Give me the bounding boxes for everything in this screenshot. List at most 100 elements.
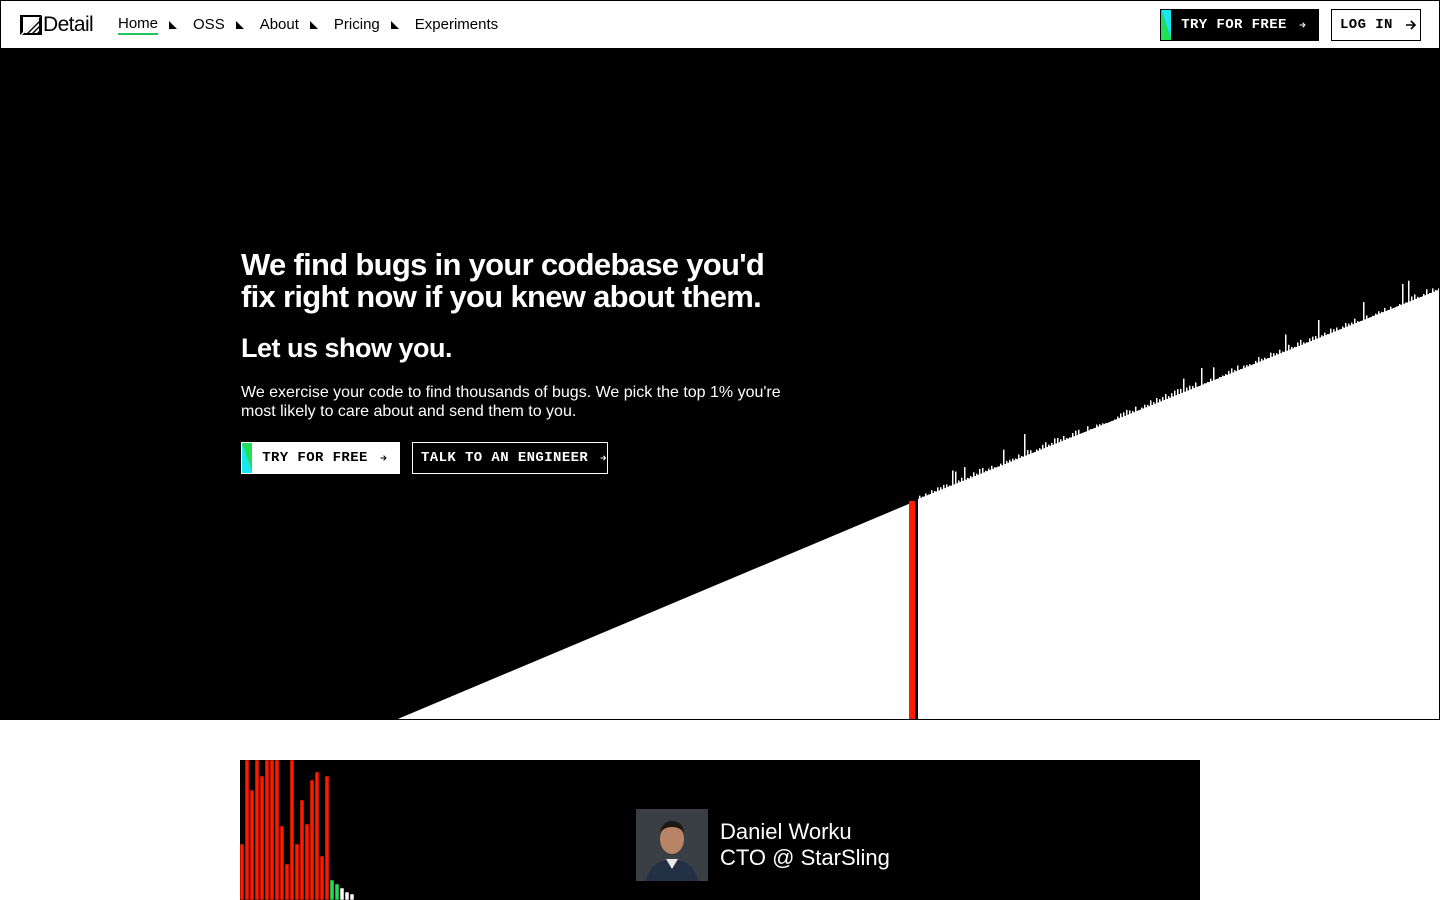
distribution-spike xyxy=(1243,365,1245,371)
distribution-spike xyxy=(925,493,927,499)
distribution-spike xyxy=(1285,334,1287,354)
distribution-spike xyxy=(985,470,987,475)
distribution-spike xyxy=(1141,407,1143,412)
distribution-spike xyxy=(952,470,954,488)
distribution-spike xyxy=(1195,382,1197,390)
distribution-spike xyxy=(1168,396,1170,401)
distribution-spike xyxy=(955,471,957,487)
distribution-spike xyxy=(1405,302,1407,306)
distribution-spike xyxy=(1252,364,1254,367)
distribution-spike xyxy=(1330,328,1332,336)
nav-link-pricing[interactable]: Pricing xyxy=(334,15,380,35)
distribution-spike xyxy=(1105,423,1107,426)
distribution-spike xyxy=(1240,369,1242,372)
distribution-spike xyxy=(1117,416,1119,422)
distribution-spike xyxy=(1201,368,1203,388)
distribution-spike xyxy=(1009,459,1011,465)
distribution-spike xyxy=(1120,413,1122,420)
distribution-spike xyxy=(961,477,963,484)
distribution-spike xyxy=(1402,283,1404,307)
distribution-spike xyxy=(1138,410,1140,413)
distribution-spike xyxy=(1174,390,1176,399)
distribution-spike xyxy=(1048,444,1050,449)
distribution-spike xyxy=(1327,334,1329,337)
distribution-spike xyxy=(1354,318,1356,326)
talk-to-engineer-button[interactable]: TALK TO AN ENGINEER xyxy=(412,442,608,474)
nav-try-for-free-button[interactable]: TRY FOR FREE xyxy=(1160,9,1319,41)
distribution-spike xyxy=(1039,448,1041,453)
nav-try-label: TRY FOR FREE xyxy=(1181,17,1287,33)
distribution-spike xyxy=(1270,352,1272,360)
distribution-spike xyxy=(934,490,936,495)
distribution-spike xyxy=(949,485,951,489)
testimonial-card: Daniel Worku CTO @ StarSling xyxy=(240,760,1200,900)
logo[interactable]: Detail xyxy=(20,14,94,36)
distribution-spike xyxy=(1054,438,1056,447)
top-one-percent-marker xyxy=(909,501,915,719)
distribution-spike xyxy=(1300,339,1302,348)
distribution-spike xyxy=(1429,293,1431,296)
nav-link-home[interactable]: Home xyxy=(118,15,159,35)
testimonial-role: CTO @ StarSling xyxy=(720,845,890,870)
histogram-bar xyxy=(269,760,275,900)
distribution-spike xyxy=(1060,439,1062,444)
distribution-spike xyxy=(1096,424,1098,430)
distribution-spike xyxy=(1216,379,1218,382)
distribution-spike xyxy=(1180,388,1182,396)
distribution-spike xyxy=(1318,320,1320,341)
nav-link-about[interactable]: About xyxy=(260,15,299,35)
nav-separator-icon xyxy=(390,15,409,35)
distribution-spike xyxy=(1033,452,1035,455)
nav-link-experiments[interactable]: Experiments xyxy=(415,15,498,35)
gradient-swatch-icon xyxy=(1161,10,1172,40)
distribution-spike xyxy=(1366,315,1368,322)
distribution-spike xyxy=(1012,458,1014,464)
distribution-spike xyxy=(1057,438,1059,446)
distribution-spike xyxy=(1159,399,1161,405)
distribution-spike xyxy=(979,468,981,477)
hero-try-for-free-button[interactable]: TRY FOR FREE xyxy=(241,442,400,474)
distribution-spike xyxy=(919,495,921,501)
distribution-spike xyxy=(1021,456,1023,460)
distribution-spike xyxy=(1417,296,1419,301)
distribution-spike xyxy=(1342,326,1344,331)
login-button[interactable]: LOG IN xyxy=(1331,9,1421,41)
distribution-spike xyxy=(1219,377,1221,381)
distribution-spike xyxy=(1348,323,1350,329)
distribution-spike xyxy=(1378,311,1380,317)
hero-actions: TRY FOR FREE TALK TO AN ENGINEER xyxy=(241,442,801,474)
distribution-spike xyxy=(1147,404,1149,410)
distribution-spike xyxy=(1324,332,1326,338)
nav-separator-icon xyxy=(309,15,328,35)
arrow-right-icon xyxy=(1405,20,1416,30)
distribution-spike xyxy=(1438,288,1439,293)
histogram-bar xyxy=(314,771,320,900)
distribution-spike xyxy=(1408,280,1410,305)
distribution-spike xyxy=(1321,335,1323,340)
distribution-spike xyxy=(1384,307,1386,314)
distribution-spike xyxy=(1126,409,1128,418)
distribution-spike xyxy=(1414,294,1416,302)
distribution-spike xyxy=(1345,323,1347,330)
distribution-spike xyxy=(1111,421,1113,424)
distribution-spike xyxy=(1018,454,1020,461)
distribution-spike xyxy=(1258,357,1260,365)
distribution-spike xyxy=(1315,336,1317,342)
distribution-area-right xyxy=(918,289,1439,719)
distribution-spike xyxy=(1171,393,1173,400)
nav-link-oss[interactable]: OSS xyxy=(193,15,225,35)
histogram-bar xyxy=(294,843,300,900)
distribution-spike xyxy=(1204,383,1206,387)
histogram-bar xyxy=(259,775,265,900)
distribution-spike xyxy=(994,467,996,471)
histogram-bar xyxy=(339,887,345,900)
distribution-spike xyxy=(1189,385,1191,393)
distribution-spike xyxy=(1249,364,1251,369)
distribution-spike xyxy=(988,468,990,473)
main-nav: Home OSS About Pricing Experiments xyxy=(118,15,498,35)
distribution-spike xyxy=(1360,321,1362,324)
arrow-right-icon xyxy=(380,455,387,461)
distribution-spike xyxy=(991,465,993,472)
distribution-spike xyxy=(1264,357,1266,362)
distribution-spike xyxy=(1063,436,1065,443)
